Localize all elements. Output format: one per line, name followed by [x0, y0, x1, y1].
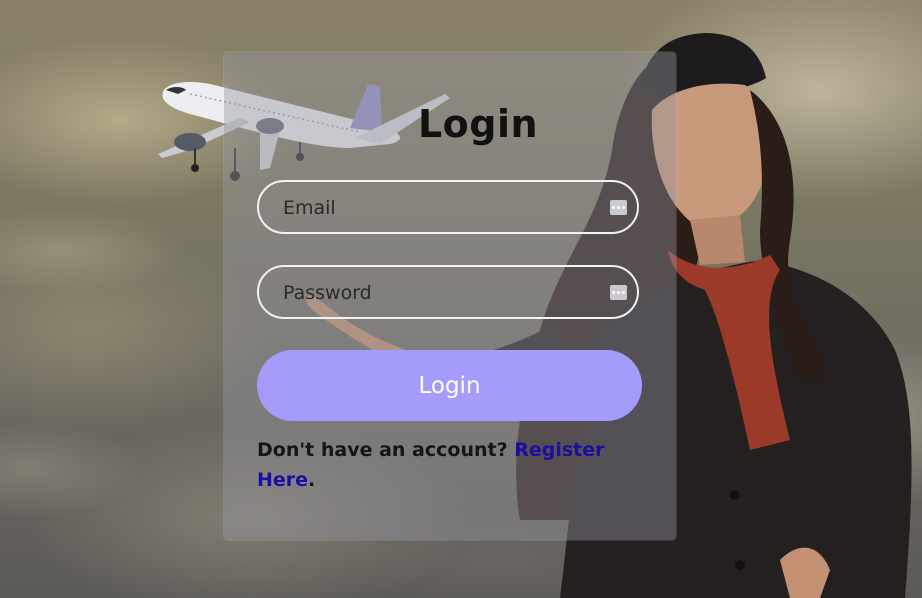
register-prompt-end: .	[308, 469, 316, 491]
register-prompt: Don't have an account? Register Here.	[257, 435, 617, 495]
email-field[interactable]	[257, 180, 639, 234]
login-page: Login Login Don't have an account? Regis…	[0, 0, 922, 598]
login-button[interactable]: Login	[257, 350, 642, 421]
password-input[interactable]	[281, 267, 605, 319]
password-field[interactable]	[257, 265, 639, 319]
password-manager-key-icon[interactable]	[610, 200, 627, 215]
login-card: Login Login Don't have an account? Regis…	[224, 52, 676, 540]
register-prompt-text: Don't have an account?	[257, 439, 515, 461]
password-manager-key-icon[interactable]	[610, 285, 627, 300]
page-title: Login	[417, 102, 539, 146]
email-input[interactable]	[281, 182, 605, 234]
